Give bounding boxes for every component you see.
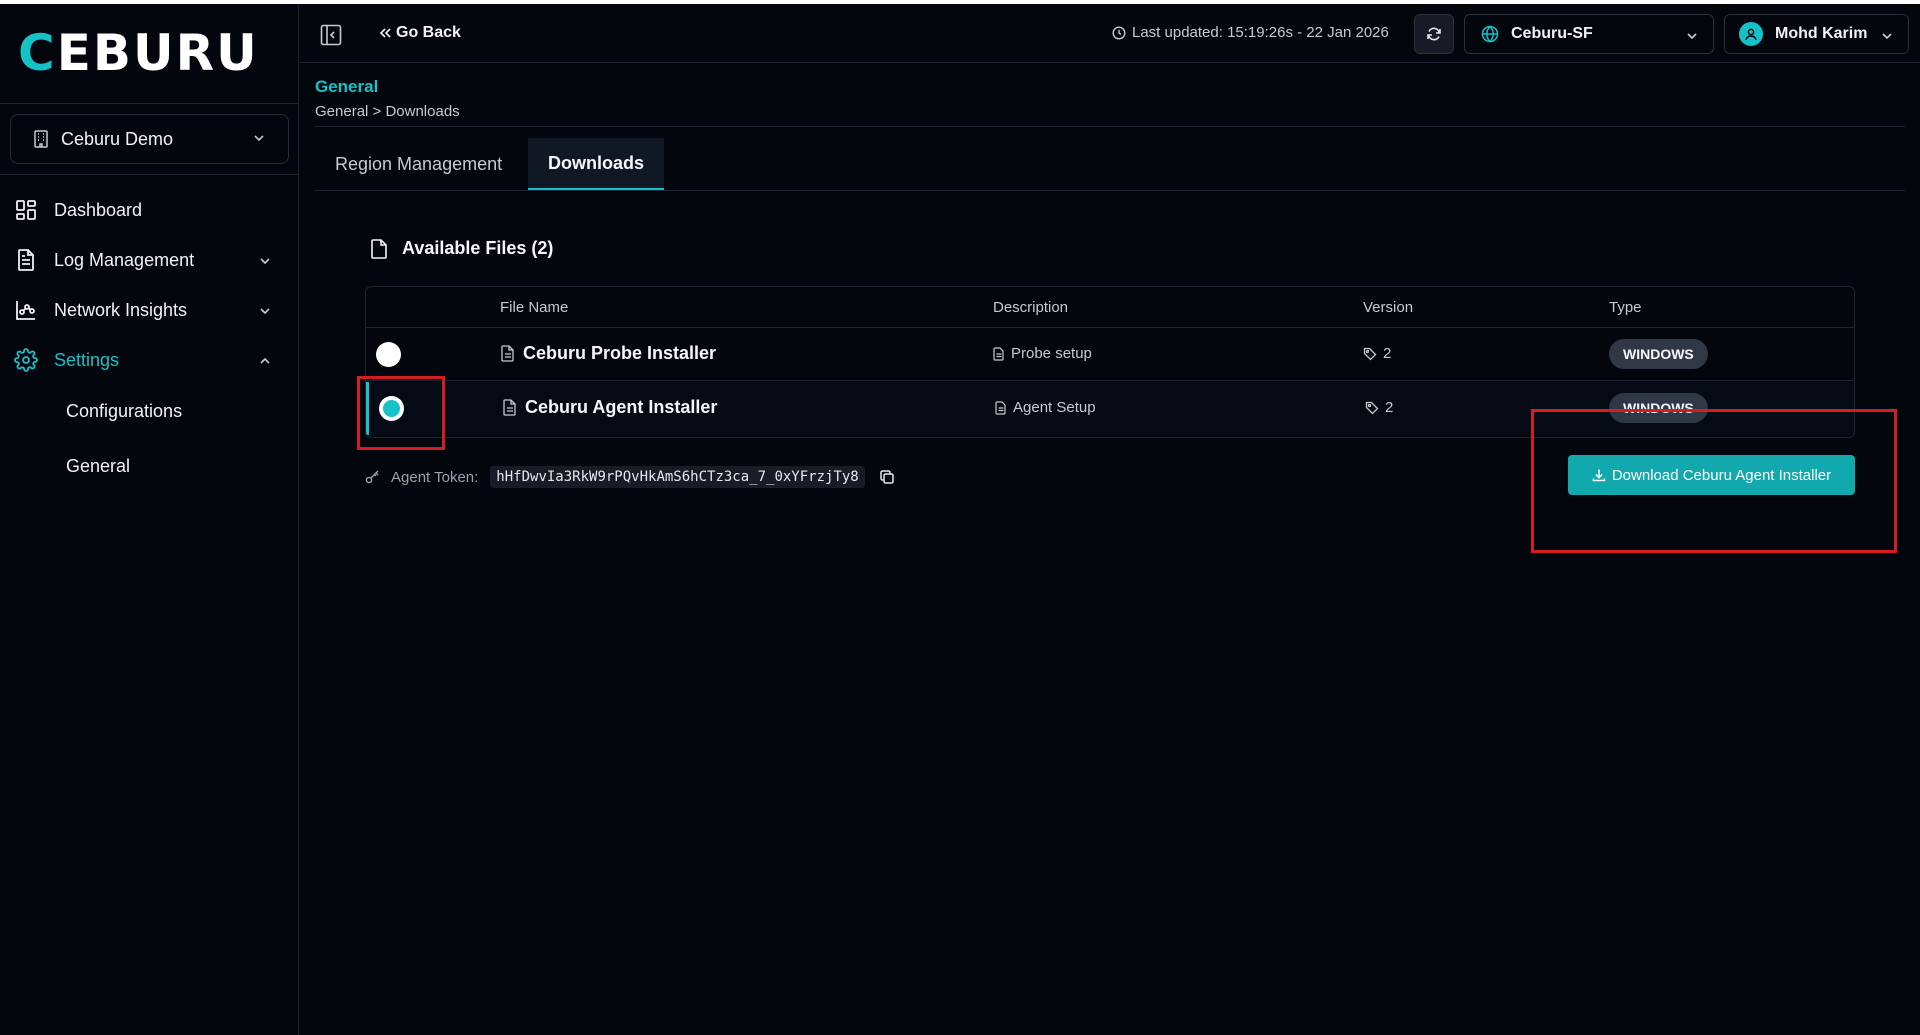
download-installer-label: Download Ceburu Agent Installer: [1611, 466, 1832, 484]
file-version: 2: [1385, 399, 1394, 416]
chevron-down-icon: [260, 258, 270, 265]
file-select-radio[interactable]: [376, 342, 401, 367]
clock-icon: [1112, 25, 1126, 40]
copy-icon[interactable]: [879, 469, 895, 485]
file-type-badge: WINDOWS: [1609, 393, 1708, 423]
column-header-description[interactable]: Description: [993, 299, 1068, 316]
building-icon: [34, 130, 48, 148]
go-back-button[interactable]: Go Back: [378, 24, 461, 42]
chevron-down-icon: [1687, 33, 1697, 40]
region-select-label: Ceburu-SF: [1511, 25, 1593, 42]
download-icon: [1592, 469, 1606, 482]
organization-select[interactable]: Ceburu Demo: [10, 114, 289, 164]
file-select-radio[interactable]: [379, 396, 404, 421]
document-icon: [501, 345, 514, 362]
file-version-cell: 2: [1363, 345, 1391, 362]
network-chart-icon: [16, 301, 35, 320]
sidebar-subitem-configurations[interactable]: Configurations: [66, 401, 182, 422]
column-header-type[interactable]: Type: [1609, 299, 1642, 316]
refresh-button[interactable]: [1414, 14, 1454, 54]
chevron-down-icon: [260, 308, 270, 315]
sidebar-item-label: Dashboard: [54, 199, 143, 220]
user-menu[interactable]: Mohd Karim: [1724, 14, 1909, 54]
double-chevron-left-icon: [379, 28, 391, 38]
page-title: General: [315, 77, 379, 96]
top-bar: Go Back Last updated: 15:19:26s - 22 Jan…: [300, 4, 1920, 63]
gear-icon: [14, 348, 38, 372]
agent-token-label: Agent Token:: [391, 468, 479, 486]
chevron-down-icon: [254, 135, 264, 142]
sidebar-item-label: Log Management: [54, 249, 195, 270]
files-table: File Name Description Version Type Cebur…: [365, 286, 1855, 438]
file-name-cell: Ceburu Probe Installer: [501, 343, 716, 364]
file-description: Agent Setup: [1013, 399, 1096, 416]
sidebar-item-label: Network Insights: [54, 299, 188, 320]
avatar: [1739, 22, 1763, 46]
dashboard-icon: [16, 200, 36, 220]
tag-icon: [1365, 401, 1379, 414]
go-back-label: Go Back: [396, 24, 461, 41]
chevron-up-icon: [260, 357, 270, 364]
last-updated-text: Last updated: 15:19:26s - 22 Jan 2026: [1132, 24, 1389, 41]
app-window: CEBURU Ceburu Demo Dashboard Log Managem…: [0, 4, 1920, 1035]
file-description-cell: Probe setup: [993, 345, 1092, 362]
tab-bar: Region Management Downloads: [315, 138, 1905, 191]
sidebar-divider: [0, 174, 299, 175]
ceburu-logo[interactable]: CEBURU: [18, 28, 259, 78]
sidebar-item-dashboard[interactable]: Dashboard: [14, 194, 284, 226]
file-description: Probe setup: [1011, 345, 1092, 362]
column-header-version[interactable]: Version: [1363, 299, 1413, 316]
header-divider: [315, 126, 1905, 127]
document-icon: [995, 400, 1006, 415]
table-row[interactable]: Ceburu Probe Installer Probe setup 2 WIN…: [366, 328, 1854, 381]
refresh-icon: [1427, 27, 1441, 41]
key-icon: [365, 470, 379, 484]
file-name: Ceburu Probe Installer: [523, 343, 717, 363]
sidebar-item-label: Settings: [54, 349, 120, 370]
globe-icon: [1481, 25, 1499, 43]
breadcrumb: General > Downloads: [315, 103, 460, 120]
file-version: 2: [1383, 345, 1392, 362]
download-installer-button[interactable]: Download Ceburu Agent Installer: [1568, 455, 1855, 495]
file-version-cell: 2: [1365, 399, 1393, 416]
sidebar-subitem-general[interactable]: General: [66, 456, 130, 477]
region-select[interactable]: Ceburu-SF: [1464, 14, 1714, 54]
available-files-heading: Available Files (2): [370, 238, 553, 259]
user-name: Mohd Karim: [1775, 25, 1868, 42]
table-row[interactable]: Ceburu Agent Installer Agent Setup 2 WIN…: [366, 382, 1854, 435]
sidebar-collapse-icon[interactable]: [320, 24, 342, 46]
chevron-down-icon: [1882, 33, 1892, 40]
tag-icon: [1363, 347, 1377, 360]
available-files-title: Available Files (2): [402, 238, 554, 258]
tab-downloads[interactable]: Downloads: [528, 138, 665, 190]
sidebar-item-settings[interactable]: Settings: [14, 344, 284, 376]
document-icon: [503, 399, 516, 416]
agent-token: Agent Token: hHfDwvIa3RkW9rPQvHkAmS6hCTz…: [365, 466, 905, 488]
file-icon: [371, 238, 387, 259]
organization-select-label: Ceburu Demo: [61, 128, 174, 149]
tab-region-management[interactable]: Region Management: [315, 138, 522, 190]
file-description-cell: Agent Setup: [995, 399, 1096, 416]
column-header-file-name[interactable]: File Name: [500, 299, 568, 316]
document-icon: [18, 249, 34, 271]
table-header: File Name Description Version Type: [366, 287, 1854, 328]
file-name-cell: Ceburu Agent Installer: [503, 397, 717, 418]
document-icon: [993, 346, 1004, 361]
file-type-badge: WINDOWS: [1609, 339, 1708, 369]
sidebar: CEBURU Ceburu Demo Dashboard Log Managem…: [0, 4, 299, 1035]
file-name: Ceburu Agent Installer: [525, 397, 718, 417]
last-updated: Last updated: 15:19:26s - 22 Jan 2026: [1112, 24, 1389, 41]
sidebar-item-network-insights[interactable]: Network Insights: [14, 294, 284, 326]
user-icon: [1745, 28, 1757, 41]
agent-token-value[interactable]: hHfDwvIa3RkW9rPQvHkAmS6hCTz3ca_7_0xYFrzj…: [490, 466, 865, 488]
sidebar-divider: [0, 103, 299, 104]
sidebar-item-log-management[interactable]: Log Management: [14, 244, 284, 276]
